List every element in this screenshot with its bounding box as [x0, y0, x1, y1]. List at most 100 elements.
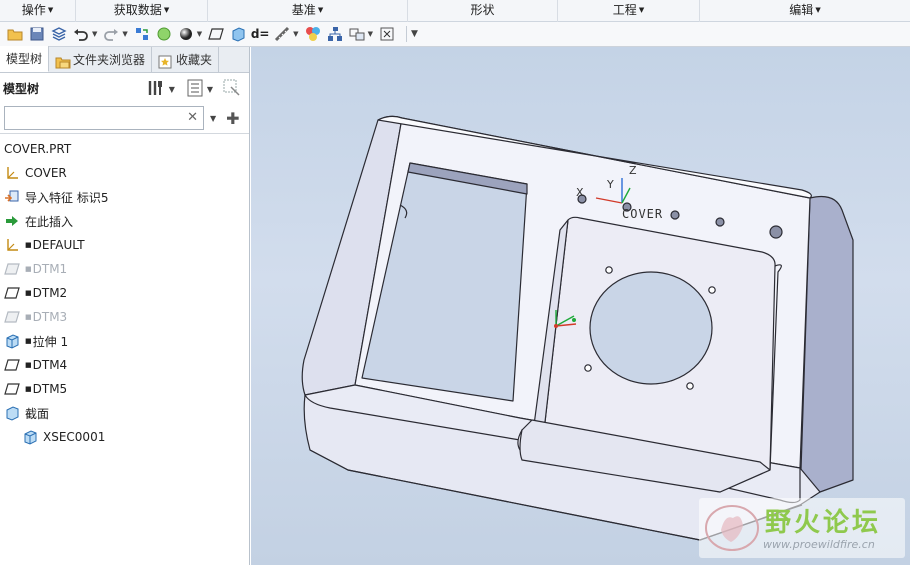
menu-shapes[interactable]: 形状	[408, 0, 558, 22]
menu-edit-label: 编辑	[789, 3, 814, 17]
watermark-url: www.proewildfire.cn	[763, 538, 875, 551]
tree-search-box: ✕	[4, 106, 204, 130]
show-options-icon[interactable]	[187, 79, 203, 100]
datum-plane-icon[interactable]	[207, 25, 225, 43]
window-dropdown-icon[interactable]: ▼	[368, 30, 373, 38]
layers-icon[interactable]	[50, 25, 68, 43]
dimension-icon[interactable]: d=	[251, 25, 270, 43]
chevron-down-icon: ▼	[638, 6, 645, 14]
axis-y-label: Y	[606, 178, 614, 191]
tree-item-label: COVER.PRT	[4, 142, 72, 156]
tree-item-label: 导入特征 标识5	[25, 190, 109, 205]
folder-browser-icon	[55, 53, 71, 69]
menu-edit[interactable]: 编辑 ▼	[700, 0, 910, 22]
tree-item-label: 拉伸 1	[32, 334, 69, 349]
menu-get-data-label: 获取数据	[113, 3, 162, 17]
menu-shapes-label: 形状	[470, 3, 495, 17]
menu-engineering-label: 工程	[612, 3, 637, 17]
sphere-shaded-icon[interactable]	[155, 25, 173, 43]
window-layout-icon[interactable]	[348, 25, 366, 43]
tab-model-tree[interactable]: 模型树	[0, 46, 50, 72]
model-tree: COVER.PRT COVER 导入特征 标识5 在此插入 ■ DEFAULT ■…	[0, 134, 249, 449]
chevron-down-icon: ▼	[317, 6, 324, 14]
undo-icon[interactable]	[72, 25, 90, 43]
tree-item-dtm3[interactable]: ■ DTM3	[0, 305, 249, 329]
datum-marker-icon: ■	[25, 241, 32, 249]
datum-marker-icon: ■	[25, 361, 32, 369]
open-icon[interactable]	[6, 25, 24, 43]
quick-access-toolbar: ▼ ▼ ▼ d= ▼ ▼ ▼	[0, 22, 910, 47]
tree-item-insert-here[interactable]: 在此插入	[0, 209, 249, 233]
cross-section-icon	[22, 429, 38, 445]
tree-item-csys[interactable]: COVER	[0, 161, 249, 185]
tab-folder-browser[interactable]: 文件夹浏览器	[49, 47, 153, 72]
chevron-down-icon: ▼	[47, 6, 54, 14]
tree-item-label: XSEC0001	[43, 430, 106, 444]
measure-icon[interactable]	[273, 25, 291, 43]
tree-search-input[interactable]	[9, 107, 179, 129]
sphere-display-icon[interactable]	[177, 25, 195, 43]
tree-item-default-csys[interactable]: ■ DEFAULT	[0, 233, 249, 257]
tab-folder-browser-label: 文件夹浏览器	[73, 52, 146, 67]
regenerate-icon[interactable]	[133, 25, 151, 43]
tree-item-import-feature[interactable]: 导入特征 标识5	[0, 185, 249, 209]
menu-engineering[interactable]: 工程 ▼	[558, 0, 700, 22]
tree-item-label: DTM1	[32, 262, 68, 276]
tree-item-extrude[interactable]: ■ 拉伸 1	[0, 329, 249, 353]
display-style-dropdown-icon[interactable]: ▼	[197, 30, 202, 38]
cover-model: X Y Z COVER	[301, 115, 854, 541]
axis-x-label: X	[576, 186, 584, 199]
tab-model-tree-label: 模型树	[6, 51, 43, 66]
menu-datum[interactable]: 基准 ▼	[208, 0, 408, 22]
extrude-icon[interactable]	[229, 25, 247, 43]
search-dropdown-icon[interactable]: ▼	[210, 114, 216, 123]
tab-favorites[interactable]: 收藏夹	[152, 47, 220, 72]
show-dropdown-icon[interactable]: ▼	[207, 85, 213, 94]
clear-icon[interactable]: ✕	[187, 110, 198, 125]
tree-item-dtm2[interactable]: ■ DTM2	[0, 281, 249, 305]
tree-item-sections[interactable]: 截面	[0, 401, 249, 425]
import-feature-icon	[4, 189, 20, 205]
datum-plane-icon	[4, 285, 20, 301]
measure-dropdown-icon[interactable]: ▼	[293, 30, 298, 38]
forum-watermark: 野火论坛 www.proewildfire.cn	[699, 498, 905, 558]
tree-item-label: DTM5	[32, 382, 68, 396]
close-window-icon[interactable]	[378, 25, 396, 43]
menu-operations[interactable]: 操作 ▼	[0, 0, 76, 22]
tree-filter-icon[interactable]	[223, 79, 241, 100]
hierarchy-icon[interactable]	[326, 25, 344, 43]
settings-dropdown-icon[interactable]: ▼	[169, 85, 175, 94]
redo-dropdown-icon[interactable]: ▼	[122, 30, 127, 38]
tree-item-label: DTM2	[32, 286, 68, 300]
favorites-icon	[158, 53, 172, 69]
tree-item-dtm4[interactable]: ■ DTM4	[0, 353, 249, 377]
settings-tools-icon[interactable]	[147, 79, 165, 100]
datum-plane-icon	[4, 261, 20, 277]
chevron-down-icon: ▼	[163, 6, 170, 14]
csys-name-label: COVER	[622, 207, 663, 221]
undo-dropdown-icon[interactable]: ▼	[92, 30, 97, 38]
save-icon[interactable]	[28, 25, 46, 43]
tree-item-label: 在此插入	[25, 214, 74, 229]
datum-plane-icon	[4, 381, 20, 397]
tree-item-xsec[interactable]: XSEC0001	[0, 425, 249, 449]
coordinate-system-icon	[4, 165, 20, 181]
menu-operations-label: 操作	[21, 3, 46, 17]
tree-item-dtm5[interactable]: ■ DTM5	[0, 377, 249, 401]
customize-toolbar-icon[interactable]: ▼	[411, 29, 418, 39]
tree-item-dtm1[interactable]: ■ DTM1	[0, 257, 249, 281]
section-folder-icon	[4, 405, 20, 421]
navigator-tabs: 模型树 文件夹浏览器 收藏夹	[0, 46, 249, 73]
appearance-gallery-icon[interactable]	[304, 25, 322, 43]
model-tree-tools: ▼ ▼	[147, 79, 241, 100]
model-tree-header: 模型树 ▼ ▼	[0, 73, 249, 103]
tree-item-part[interactable]: COVER.PRT	[0, 137, 249, 161]
add-icon[interactable]: ✚	[226, 109, 239, 128]
datum-marker-icon: ■	[25, 313, 32, 321]
datum-marker-icon: ■	[25, 385, 32, 393]
menu-get-data[interactable]: 获取数据 ▼	[76, 0, 208, 22]
datum-marker-icon: ■	[25, 337, 32, 345]
datum-plane-icon	[4, 309, 20, 325]
redo-icon[interactable]	[102, 25, 120, 43]
graphics-viewport[interactable]: X Y Z COVER	[251, 47, 910, 565]
